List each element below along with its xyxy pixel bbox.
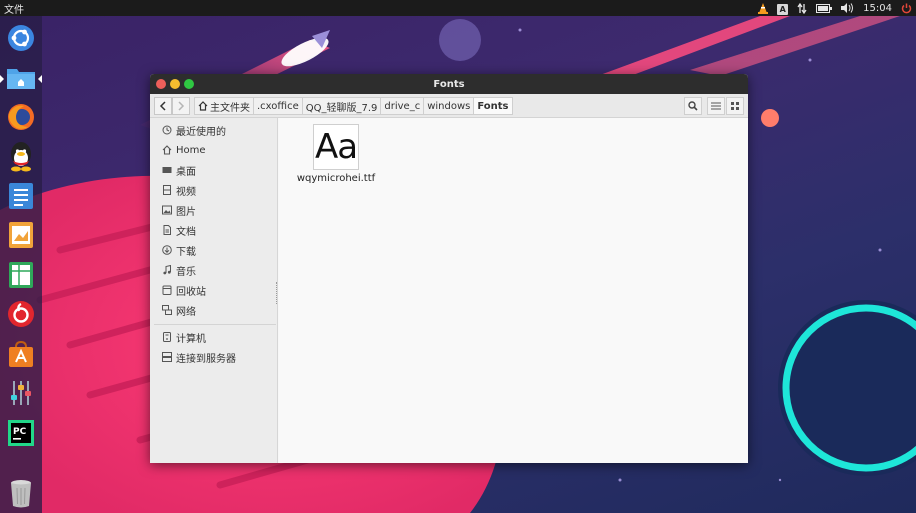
chevron-left-icon [159,101,166,111]
breadcrumb-fonts[interactable]: Fonts [473,97,513,115]
desktop-icon [162,165,172,175]
sidebar-item-label: 桌面 [176,166,196,178]
breadcrumb-label: drive_c [384,100,421,112]
sidebar-item-music[interactable]: 音乐 [162,262,196,278]
window-controls [156,79,194,89]
keyboard-icon[interactable]: A [777,3,789,15]
sidebar-item-label: 连接到服务器 [176,353,236,365]
breadcrumb-label: .cxoffice [257,100,299,112]
search-icon [688,101,698,111]
sidebar-item-label: 回收站 [176,286,206,298]
list-view-button[interactable] [707,97,725,115]
qq-icon[interactable] [4,139,38,173]
sidebar-item-documents[interactable]: 文档 [162,222,196,238]
breadcrumb: 主文件夹 .cxoffice QQ_轻聊版_7.9 drive_c window… [194,97,513,115]
file-manager-icon[interactable] [0,61,42,95]
sidebar-item-label: 计算机 [176,333,206,345]
network-icon[interactable] [797,0,807,16]
window-title: Fonts [433,78,465,90]
sidebar: 最近使用的 Home 桌面 视频 图片 文档 下载 音乐 回收站 网络 计算机 … [150,118,278,463]
trash-icon [162,285,172,295]
top-panel: 文件 A 15:04 [0,0,916,16]
app-menu-title[interactable]: 文件 [0,1,24,16]
music-note-icon [162,265,172,275]
font-preview-thumbnail: Aa [313,124,359,170]
sidebar-item-label: 音乐 [176,266,196,278]
search-button[interactable] [684,97,702,115]
ubuntu-logo-icon[interactable] [4,21,38,55]
power-icon[interactable] [901,0,912,16]
sidebar-item-computer[interactable]: 计算机 [162,329,206,345]
grid-icon [730,101,739,110]
calc-icon[interactable] [4,258,38,292]
file-item[interactable]: Aa wqymicrohei.ttf [296,124,376,184]
computer-icon [162,332,172,342]
sidebar-item-network[interactable]: 网络 [162,302,196,318]
server-icon [162,352,172,362]
picture-icon [162,205,172,215]
toolbar: 主文件夹 .cxoffice QQ_轻聊版_7.9 drive_c window… [150,94,748,118]
back-button[interactable] [154,97,172,115]
sidebar-item-recent[interactable]: 最近使用的 [162,122,226,138]
sidebar-item-label: 图片 [176,206,196,218]
sidebar-item-label: 最近使用的 [176,126,226,138]
sidebar-item-trash[interactable]: 回收站 [162,282,206,298]
software-center-icon[interactable] [4,337,38,371]
launcher: PC [0,16,42,513]
document-icon [162,225,172,235]
breadcrumb-drive-c[interactable]: drive_c [380,97,424,115]
settings-icon[interactable] [4,376,38,410]
sidebar-item-label: 视频 [176,186,196,198]
breadcrumb-home[interactable]: 主文件夹 [194,97,253,115]
netease-music-icon[interactable] [4,297,38,331]
clock-icon [162,125,172,135]
home-icon [198,101,208,111]
breadcrumb-label: windows [427,100,471,112]
impress-icon[interactable] [4,218,38,252]
writer-icon[interactable] [4,179,38,213]
breadcrumb-windows[interactable]: windows [423,97,474,115]
pycharm-label: PC [13,427,27,437]
home-icon [162,145,172,155]
file-view[interactable]: Aa wqymicrohei.ttf [279,118,748,463]
minimize-button[interactable] [170,79,180,89]
firefox-icon[interactable] [4,100,38,134]
clock[interactable]: 15:04 [863,0,892,16]
sidebar-item-desktop[interactable]: 桌面 [162,162,196,178]
sidebar-item-label: 网络 [176,306,196,318]
sidebar-item-connect-server[interactable]: 连接到服务器 [162,349,236,365]
sidebar-item-label: 文档 [176,226,196,238]
breadcrumb-qq[interactable]: QQ_轻聊版_7.9 [301,97,381,115]
window-titlebar[interactable]: Fonts [150,74,748,94]
vlc-icon[interactable] [758,0,769,16]
file-name: wqymicrohei.ttf [296,173,376,184]
trash-icon[interactable] [4,476,38,510]
chevron-right-icon [178,101,185,111]
film-icon [162,185,172,195]
forward-button[interactable] [172,97,190,115]
sidebar-separator [154,324,276,325]
file-manager-window: Fonts 主文件夹 .cxoffice QQ_轻聊版_7.9 drive_c … [150,74,748,463]
grid-view-button[interactable] [726,97,744,115]
sidebar-item-label: Home [176,144,206,156]
breadcrumb-cxoffice[interactable]: .cxoffice [253,97,302,115]
pycharm-icon[interactable]: PC [4,416,38,450]
sidebar-item-videos[interactable]: 视频 [162,182,196,198]
close-button[interactable] [156,79,166,89]
sidebar-item-downloads[interactable]: 下载 [162,242,196,258]
breadcrumb-label: Fonts [477,100,509,112]
sidebar-item-home[interactable]: Home [162,142,206,158]
battery-icon[interactable] [816,0,833,16]
breadcrumb-label: 主文件夹 [210,102,250,114]
download-icon [162,245,172,255]
network-icon [162,305,172,315]
sidebar-item-pictures[interactable]: 图片 [162,202,196,218]
sidebar-item-label: 下载 [176,246,196,258]
list-icon [711,102,721,110]
maximize-button[interactable] [184,79,194,89]
breadcrumb-label: QQ_轻聊版_7.9 [305,102,378,114]
volume-icon[interactable] [841,0,854,16]
system-tray: A 15:04 [758,0,916,16]
